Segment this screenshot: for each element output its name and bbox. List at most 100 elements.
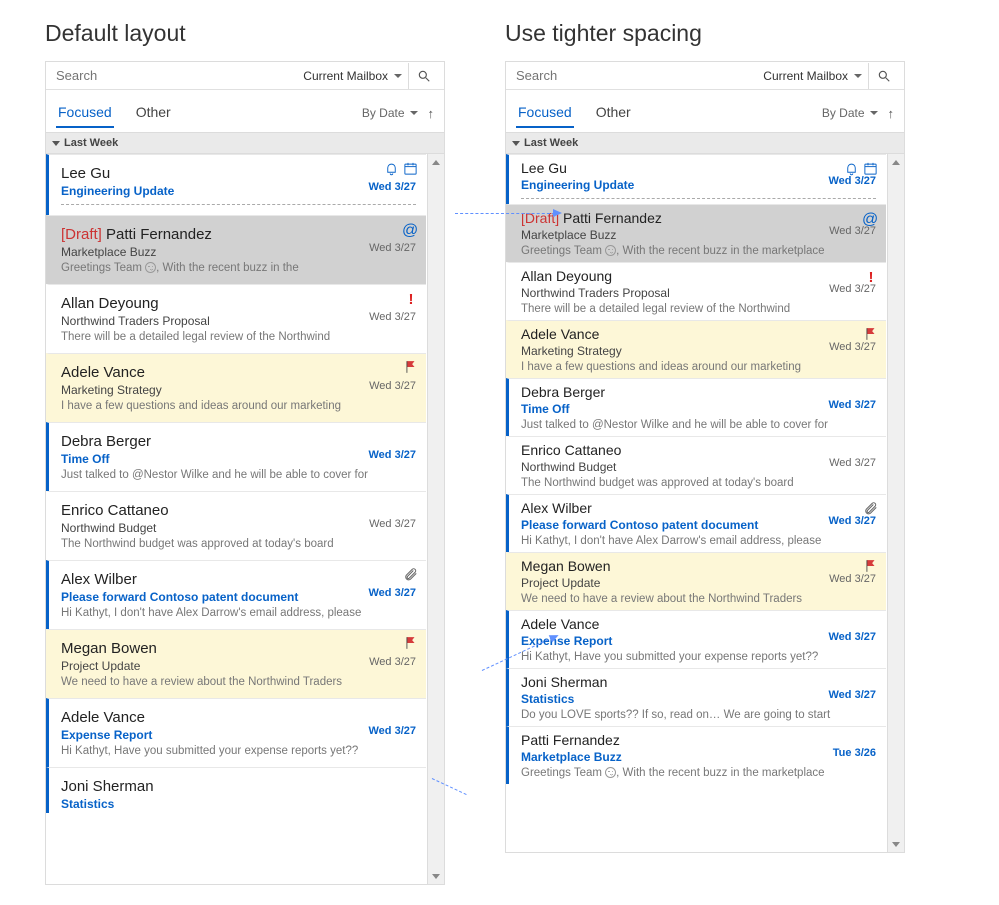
message-icons [404,360,418,377]
message-date: Wed 3/27 [369,656,416,668]
message-from: Allan Deyoung [61,295,416,312]
message-from: Adele Vance [521,326,876,342]
tab-row: Focused Other By Date [506,96,904,130]
scroll-down-icon[interactable] [428,868,444,884]
message-from: Megan Bowen [61,640,416,657]
message-item[interactable]: Joni ShermanStatisticsDo you LOVE sports… [506,668,886,726]
message-preview: Just talked to @Nestor Wilke and he will… [61,469,416,481]
message-item[interactable]: Lee GuEngineering UpdateWed 3/27 [506,154,886,204]
message-subject: Project Update [61,659,416,673]
message-icons: @ [862,211,878,229]
message-preview: We need to have a review about the North… [61,676,416,688]
message-preview: Greetings Team , With the recent buzz in… [61,262,416,274]
tab-focused[interactable]: Focused [46,98,124,128]
message-subject: Engineering Update [61,184,416,198]
left-title: Default layout [45,20,445,47]
search-button[interactable] [868,63,898,89]
message-from: Adele Vance [521,616,876,632]
message-subject: Statistics [521,692,876,706]
message-item[interactable]: Adele VanceExpense ReportHi Kathyt, Have… [506,610,886,668]
message-list-right: Lee Gu Engineering Update Wed 3/27 [Draft] … [506,154,904,852]
scroll-up-icon[interactable] [428,154,444,170]
sort-by-date[interactable]: By Date [822,106,878,120]
message-from: [Draft] Patti Fernandez [61,226,416,243]
message-preview: Hi Kathyt, I don't have Alex Darrow's em… [521,535,876,547]
message-icons: @ [402,222,418,240]
message-preview: Greetings Team , With the recent buzz in… [521,245,876,257]
message-item[interactable]: Allan DeyoungNorthwind Traders ProposalT… [506,262,886,320]
scrollbar[interactable] [887,154,904,852]
bell-icon [844,161,859,179]
message-date: Wed 3/27 [369,380,416,392]
sort-by-date[interactable]: By Date [362,106,418,120]
message-item[interactable]: Joni ShermanStatistics [46,767,426,813]
smiley-icon [605,767,616,778]
scroll-down-icon[interactable] [888,836,904,852]
message-date: Wed 3/27 [369,311,416,323]
message-from: Enrico Cattaneo [521,442,876,458]
scrollbar[interactable] [427,154,444,884]
message-item[interactable]: Debra BergerTime OffJust talked to @Nest… [506,378,886,436]
group-header-last-week[interactable]: Last Week [506,132,904,154]
importance-icon: ! [864,269,878,286]
message-date: Wed 3/27 [369,449,417,461]
sort-direction-icon[interactable] [428,106,435,121]
message-subject: Please forward Contoso patent document [61,590,416,604]
message-preview: Hi Kathyt, Have you submitted your expen… [61,745,416,757]
sort-direction-icon[interactable] [888,106,895,121]
message-icons: ! [864,269,878,286]
message-item[interactable]: Enrico CattaneoNorthwind BudgetThe North… [46,491,426,560]
message-date: Wed 3/27 [829,457,876,469]
group-header-last-week[interactable]: Last Week [46,132,444,154]
message-item[interactable]: Allan DeyoungNorthwind Traders ProposalT… [46,284,426,353]
message-item[interactable]: Adele VanceMarketing StrategyI have a fe… [46,353,426,422]
message-subject: Project Update [521,576,876,590]
calendar-icon [863,161,878,179]
message-icons [384,161,418,179]
message-preview: I have a few questions and ideas around … [521,361,876,373]
mention-icon: @ [862,211,878,229]
search-bar: Current Mailbox [506,62,904,90]
tab-focused[interactable]: Focused [506,98,584,128]
search-scope-dropdown[interactable]: Current Mailbox [296,69,408,83]
scroll-up-icon[interactable] [888,154,904,170]
left-panel: Current Mailbox Focused Other By Date La… [45,61,445,885]
message-preview: There will be a detailed legal review of… [521,303,876,315]
message-subject: Marketing Strategy [61,383,416,397]
callout-arrow [455,213,555,214]
message-subject: Marketplace Buzz [521,228,876,242]
message-item[interactable]: Patti FernandezMarketplace BuzzGreetings… [506,726,886,784]
message-item[interactable]: Alex WilberPlease forward Contoso patent… [506,494,886,552]
message-item[interactable]: Alex WilberPlease forward Contoso patent… [46,560,426,629]
flag-icon [404,636,418,653]
attachment-icon [864,501,878,518]
search-input[interactable] [52,68,296,83]
message-item[interactable]: [Draft] Patti FernandezMarketplace BuzzG… [46,215,426,284]
search-bar: Current Mailbox [46,62,444,90]
message-from: [Draft] Patti Fernandez [521,210,876,226]
message-item[interactable]: [Draft] Patti Fernandez Marketplace Buzz G… [506,204,886,262]
message-preview: The Northwind budget was approved at tod… [61,538,416,550]
message-subject: Marketplace Buzz [521,750,876,764]
search-button[interactable] [408,63,438,89]
message-item[interactable]: Debra BergerTime OffJust talked to @Nest… [46,422,426,491]
message-item[interactable]: Megan BowenProject UpdateWe need to have… [506,552,886,610]
message-subject: Engineering Update [521,178,876,192]
search-input[interactable] [512,68,756,83]
message-item[interactable]: Enrico CattaneoNorthwind BudgetThe North… [506,436,886,494]
message-from: Joni Sherman [521,674,876,690]
tab-other[interactable]: Other [124,98,183,128]
message-item[interactable]: Adele VanceMarketing StrategyI have a fe… [506,320,886,378]
message-icons [864,501,878,518]
message-date: Wed 3/27 [369,725,417,737]
message-subject: Northwind Traders Proposal [521,286,876,300]
message-item[interactable]: Megan Bowen Project Update We need to have… [46,629,426,698]
tab-other[interactable]: Other [584,98,643,128]
message-from: Lee Gu [521,160,876,176]
message-item[interactable]: Adele VanceExpense ReportHi Kathyt, Have… [46,698,426,767]
message-item[interactable]: Lee GuEngineering UpdateWed 3/27 [46,154,426,215]
bell-icon [384,161,399,179]
right-title: Use tighter spacing [505,20,905,47]
search-scope-dropdown[interactable]: Current Mailbox [756,69,868,83]
flag-icon [864,327,878,344]
